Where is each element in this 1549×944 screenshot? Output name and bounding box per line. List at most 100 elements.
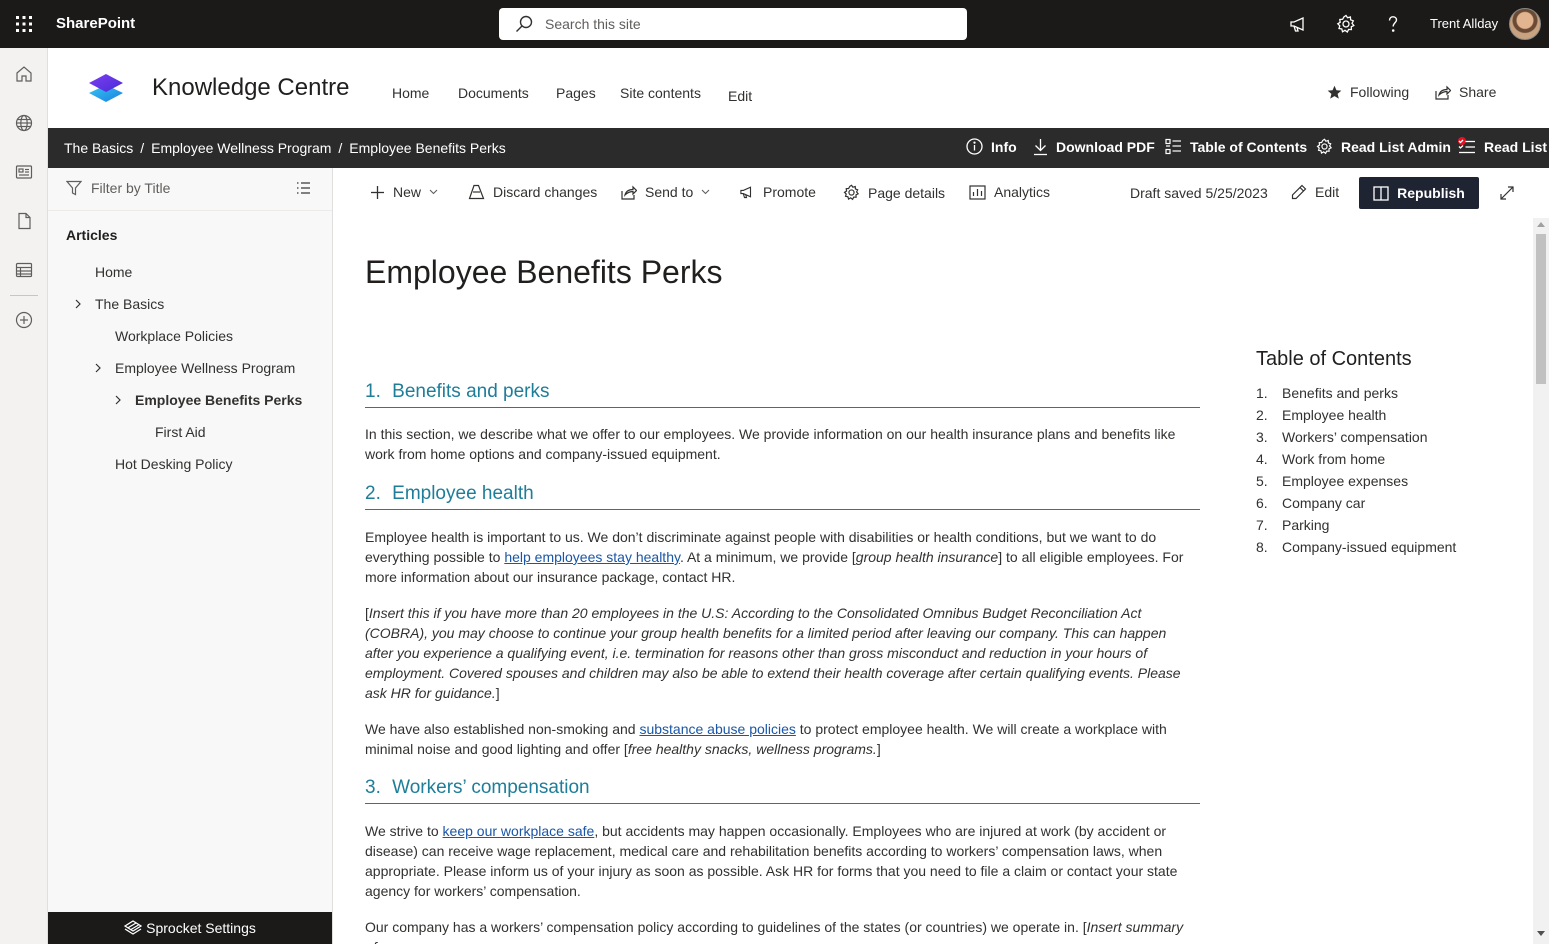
- workplace-safe-link[interactable]: keep our workplace safe: [443, 823, 595, 839]
- sprocket-settings-label: Sprocket Settings: [146, 920, 256, 936]
- nav-item-first-aid[interactable]: First Aid: [155, 422, 206, 442]
- breadcrumb: The Basics / Employee Wellness Program /…: [64, 140, 506, 156]
- topnav-pages[interactable]: Pages: [556, 85, 596, 101]
- chevron-right-icon[interactable]: [113, 395, 123, 405]
- page-details-button[interactable]: Page details: [843, 184, 945, 201]
- republish-button[interactable]: Republish: [1359, 177, 1479, 209]
- breadcrumb-separator: /: [140, 140, 145, 156]
- chevron-right-icon[interactable]: [93, 363, 103, 373]
- globe-icon[interactable]: [12, 111, 36, 135]
- topnav-home[interactable]: Home: [392, 85, 429, 101]
- following-button[interactable]: Following: [1327, 84, 1409, 100]
- toc-item[interactable]: 3. Workers’ compensation: [1256, 429, 1456, 451]
- new-button[interactable]: New: [370, 184, 446, 200]
- waffle-icon[interactable]: [0, 0, 48, 48]
- gear-icon: [843, 184, 860, 201]
- nav-item-employee-benefits-perks[interactable]: Employee Benefits Perks: [135, 390, 302, 410]
- breadcrumb-item[interactable]: Employee Wellness Program: [151, 140, 331, 156]
- toc-number: 1.: [1256, 385, 1268, 401]
- document-icon[interactable]: [12, 209, 36, 233]
- topnav-documents[interactable]: Documents: [458, 85, 529, 101]
- toc-label: Company car: [1282, 495, 1366, 511]
- bulleted-list-icon[interactable]: [296, 181, 311, 195]
- app-rail: [0, 48, 48, 944]
- checklist-icon: [1458, 138, 1476, 155]
- breadcrumb-item[interactable]: The Basics: [64, 140, 133, 156]
- site-header: Knowledge Centre Home Documents Pages Si…: [48, 48, 1549, 128]
- user-name[interactable]: Trent Allday: [1430, 16, 1498, 31]
- section-title: Workers’ compensation: [392, 777, 590, 798]
- read-list-admin-button[interactable]: Read List Admin: [1316, 138, 1451, 155]
- vertical-scrollbar[interactable]: [1533, 218, 1549, 944]
- toc-number: 6.: [1256, 495, 1268, 511]
- add-icon[interactable]: [12, 308, 36, 332]
- scroll-up-arrow[interactable]: [1537, 222, 1545, 227]
- toc-item[interactable]: 2. Employee health: [1256, 407, 1456, 429]
- list-icon[interactable]: [12, 258, 36, 282]
- expand-icon[interactable]: [1499, 185, 1515, 201]
- star-icon: [1327, 85, 1342, 100]
- section-heading: 2. Employee health: [365, 483, 1200, 510]
- edit-button[interactable]: Edit: [1291, 184, 1339, 200]
- section-title: Benefits and perks: [392, 381, 550, 402]
- promote-button[interactable]: Promote: [738, 184, 816, 200]
- text: We have also established non-smoking and: [365, 721, 640, 737]
- following-label: Following: [1350, 84, 1410, 100]
- articles-heading: Articles: [66, 227, 118, 243]
- toc-label: Parking: [1282, 517, 1330, 533]
- download-pdf-button[interactable]: Download PDF: [1033, 138, 1155, 156]
- toc-item[interactable]: 6. Company car: [1256, 495, 1456, 517]
- toc-item[interactable]: 4. Work from home: [1256, 451, 1456, 473]
- section-heading: 1. Benefits and perks: [365, 381, 1200, 408]
- help-employees-link[interactable]: help employees stay healthy: [504, 549, 680, 565]
- section-heading: 3. Workers’ compensation: [365, 777, 1200, 804]
- discard-changes-label: Discard changes: [493, 184, 598, 200]
- nav-item-employee-wellness-program[interactable]: Employee Wellness Program: [115, 358, 295, 378]
- home-icon[interactable]: [12, 62, 36, 86]
- substance-abuse-link[interactable]: substance abuse policies: [639, 721, 795, 737]
- download-pdf-label: Download PDF: [1056, 139, 1155, 155]
- scroll-down-arrow[interactable]: [1537, 931, 1545, 936]
- toc-item[interactable]: 1. Benefits and perks: [1256, 385, 1456, 407]
- topnav-site-contents[interactable]: Site contents: [620, 85, 701, 101]
- breadcrumb-current[interactable]: Employee Benefits Perks: [349, 140, 505, 156]
- toc-item[interactable]: 8. Company-issued equipment: [1256, 539, 1456, 561]
- sprocket-settings-button[interactable]: Sprocket Settings: [48, 912, 332, 944]
- send-to-button[interactable]: Send to: [621, 184, 718, 200]
- nav-item-home[interactable]: Home: [95, 262, 132, 282]
- rail-divider: [10, 295, 38, 296]
- toc-item[interactable]: 5. Employee expenses: [1256, 473, 1456, 495]
- table-of-contents-icon: [1165, 138, 1182, 155]
- filter-box[interactable]: Filter by Title: [66, 180, 170, 196]
- toc-number: 5.: [1256, 473, 1268, 489]
- scroll-thumb[interactable]: [1536, 234, 1546, 384]
- read-list-button[interactable]: Read List: [1458, 138, 1547, 155]
- nav-item-workplace-policies[interactable]: Workplace Policies: [115, 326, 233, 346]
- megaphone-icon[interactable]: [1286, 12, 1310, 36]
- text: ]: [876, 741, 881, 757]
- nav-item-hot-desking-policy[interactable]: Hot Desking Policy: [115, 454, 233, 474]
- share-icon: [621, 185, 637, 200]
- toc-item[interactable]: 7. Parking: [1256, 517, 1456, 539]
- info-button[interactable]: Info: [966, 138, 1017, 155]
- section-number: 3.: [365, 777, 381, 798]
- topnav-edit[interactable]: Edit: [728, 88, 752, 104]
- chevron-right-icon[interactable]: [73, 299, 83, 309]
- app-name[interactable]: SharePoint: [56, 15, 135, 32]
- discard-changes-button[interactable]: Discard changes: [468, 184, 597, 200]
- nav-item-the-basics[interactable]: The Basics: [95, 294, 164, 314]
- text: We strive to: [365, 823, 443, 839]
- table-of-contents-button[interactable]: Table of Contents: [1165, 138, 1307, 155]
- help-icon[interactable]: [1381, 12, 1405, 36]
- news-icon[interactable]: [12, 160, 36, 184]
- info-icon: [966, 138, 983, 155]
- analytics-button[interactable]: Analytics: [969, 184, 1050, 200]
- site-logo[interactable]: [86, 68, 126, 108]
- search-box[interactable]: [499, 8, 967, 40]
- site-title[interactable]: Knowledge Centre: [152, 74, 349, 102]
- share-button[interactable]: Share: [1435, 84, 1496, 100]
- search-input[interactable]: [545, 16, 925, 32]
- settings-icon[interactable]: [1334, 12, 1358, 36]
- avatar[interactable]: [1509, 8, 1541, 40]
- info-label: Info: [991, 138, 1017, 155]
